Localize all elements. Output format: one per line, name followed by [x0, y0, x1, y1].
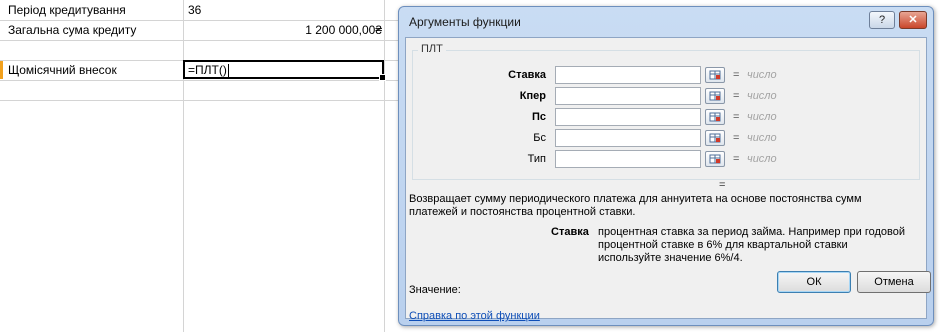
arg-input-pv[interactable]	[555, 108, 701, 126]
help-link[interactable]: Справка по этой функции	[409, 310, 540, 322]
ok-button[interactable]: ОК	[777, 271, 851, 293]
result-equals: =	[719, 179, 726, 191]
gridline	[0, 80, 398, 81]
cell-loan-term-value[interactable]: 36	[188, 0, 201, 20]
range-select-icon	[709, 112, 721, 122]
cancel-button[interactable]: Отмена	[857, 271, 931, 293]
range-select-icon	[709, 154, 721, 164]
range-select-icon	[709, 91, 721, 101]
arg-hint-nper: число	[747, 90, 777, 102]
function-description: Возвращает сумму периодического платежа …	[409, 193, 862, 218]
arg-equals-rate: =	[733, 69, 740, 81]
arg-input-nper[interactable]	[555, 87, 701, 105]
arg-hint-fv: число	[747, 132, 777, 144]
gridline	[183, 0, 184, 332]
text-cursor	[227, 64, 229, 78]
function-arguments-dialog: Аргументы функции ? ✕ ПЛТ Ставка = число	[398, 6, 934, 326]
collapse-dialog-button-rate[interactable]	[705, 67, 725, 83]
arg-label-nper: Кпер	[519, 90, 546, 102]
arg-input-fv[interactable]	[555, 129, 701, 147]
collapse-dialog-button-type[interactable]	[705, 151, 725, 167]
close-button[interactable]: ✕	[899, 11, 927, 29]
arg-hint-rate: число	[747, 69, 777, 81]
arg-label-rate: Ставка	[508, 69, 546, 81]
dialog-titlebar[interactable]: Аргументы функции ? ✕	[399, 7, 933, 35]
dialog-title: Аргументы функции	[409, 15, 521, 29]
arg-detail-text: процентная ставка за период займа. Напри…	[598, 226, 905, 264]
arg-input-type[interactable]	[555, 150, 701, 168]
collapse-dialog-button-fv[interactable]	[705, 130, 725, 146]
close-icon: ✕	[908, 13, 918, 26]
gridline	[384, 0, 385, 332]
fill-handle[interactable]	[379, 74, 386, 81]
cell-loan-term-label[interactable]: Період кредитування	[8, 0, 126, 20]
arg-label-type: Тип	[527, 153, 546, 165]
arg-equals-pv: =	[733, 111, 740, 123]
arg-label-pv: Пс	[531, 111, 546, 123]
active-row-marker	[0, 61, 3, 79]
arg-equals-type: =	[733, 153, 740, 165]
cell-formula-text: =ПЛТ()	[188, 63, 227, 77]
cell-formula[interactable]: =ПЛТ()	[188, 60, 229, 80]
arg-input-rate[interactable]	[555, 66, 701, 84]
collapse-dialog-button-pv[interactable]	[705, 109, 725, 125]
cell-monthly-payment-label[interactable]: Щомісячний внесок	[8, 60, 117, 80]
arg-hint-type: число	[747, 153, 777, 165]
value-label: Значение:	[409, 284, 461, 296]
range-select-icon	[709, 70, 721, 80]
arg-detail-label: Ставка	[551, 226, 589, 238]
range-select-icon	[709, 133, 721, 143]
cell-loan-amount-label[interactable]: Загальна сума кредиту	[8, 20, 136, 40]
arg-equals-fv: =	[733, 132, 740, 144]
gridline	[0, 40, 398, 41]
function-group: ПЛТ Ставка = число Кпер = число Пс = чис…	[412, 43, 920, 180]
cell-loan-amount-value[interactable]: 1 200 000,00₴	[188, 20, 382, 40]
arg-label-fv: Бс	[533, 132, 546, 144]
arg-equals-nper: =	[733, 90, 740, 102]
question-icon: ?	[878, 13, 886, 26]
collapse-dialog-button-nper[interactable]	[705, 88, 725, 104]
help-button[interactable]: ?	[869, 11, 895, 29]
arg-hint-pv: число	[747, 111, 777, 123]
function-name: ПЛТ	[418, 43, 446, 55]
gridline	[0, 100, 398, 101]
